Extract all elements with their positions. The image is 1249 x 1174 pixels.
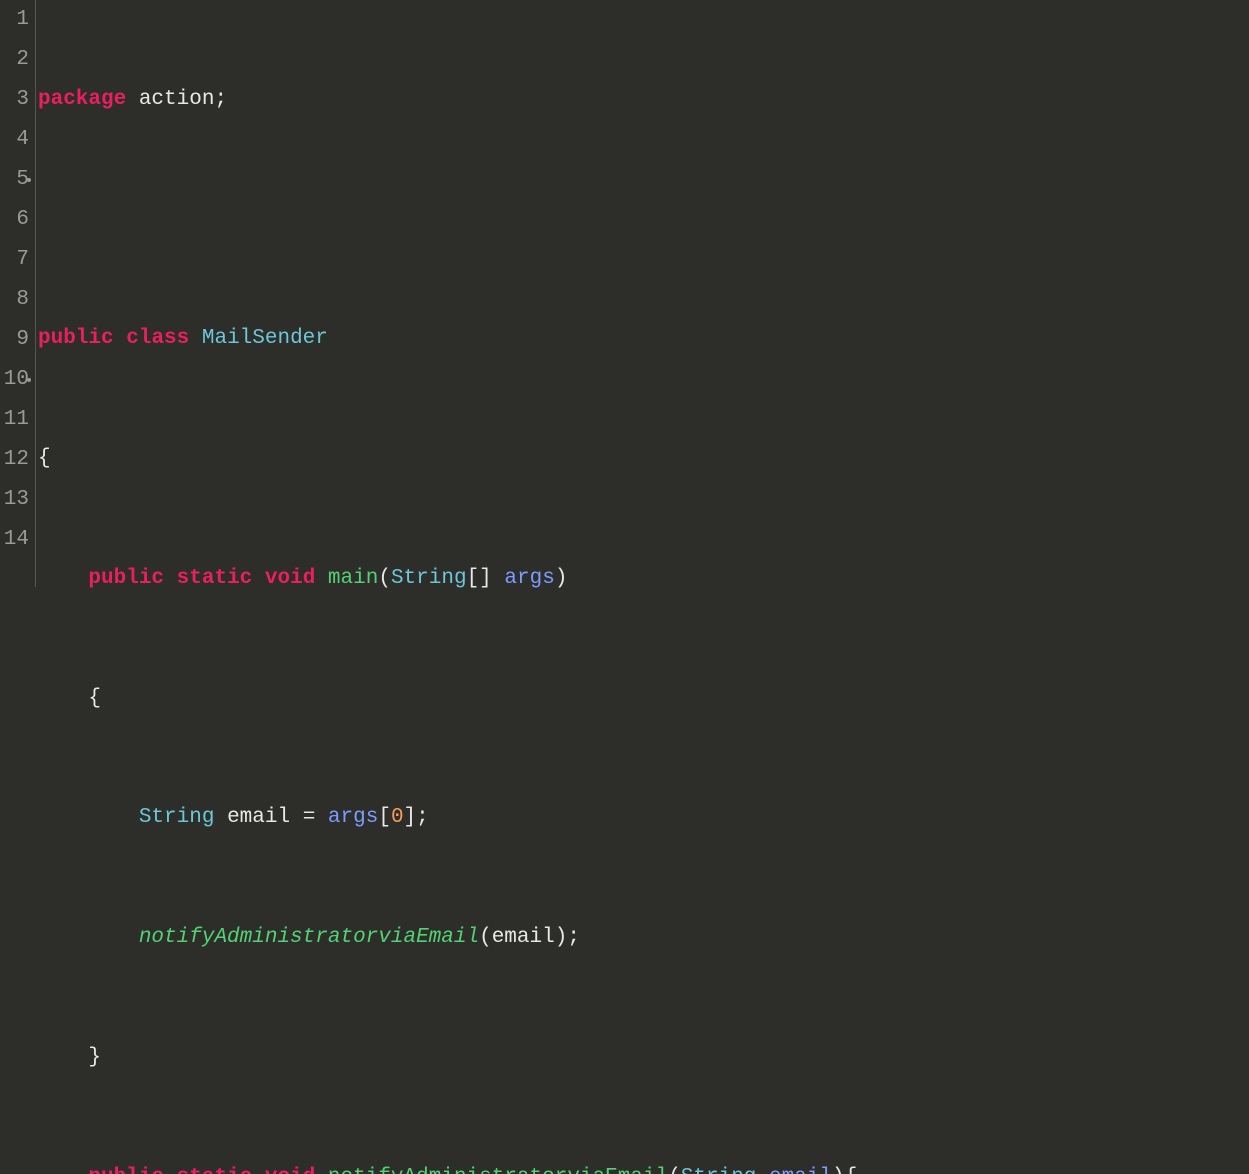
brace: { bbox=[88, 687, 101, 710]
line-number: 11 bbox=[0, 400, 29, 440]
variable: args bbox=[328, 806, 378, 829]
parameter: email bbox=[769, 1166, 832, 1174]
paren: ) bbox=[832, 1166, 845, 1174]
code-editor[interactable]: package action; public class MailSender … bbox=[36, 0, 1249, 587]
text bbox=[252, 567, 265, 590]
variable: email bbox=[227, 806, 290, 829]
keyword-public: public bbox=[38, 327, 114, 350]
keyword-static: static bbox=[177, 567, 253, 590]
text bbox=[114, 327, 127, 350]
text bbox=[315, 1166, 328, 1174]
line-number: 7 bbox=[0, 240, 29, 280]
paren: ) bbox=[555, 567, 568, 590]
paren: ( bbox=[479, 926, 492, 949]
class-name: MailSender bbox=[202, 327, 328, 350]
indent bbox=[38, 687, 88, 710]
code-line[interactable]: notifyAdministratorviaEmail(email); bbox=[38, 918, 1249, 958]
bracket: [ bbox=[378, 806, 391, 829]
keyword-void: void bbox=[265, 1166, 315, 1174]
method-call: notifyAdministratorviaEmail bbox=[139, 926, 479, 949]
indent bbox=[38, 1166, 88, 1174]
code-line[interactable]: public static void main(String[] args) bbox=[38, 559, 1249, 599]
operator: = bbox=[303, 806, 316, 829]
method-name: notifyAdministratorviaEmail bbox=[328, 1166, 668, 1174]
line-number: 8 bbox=[0, 280, 29, 320]
type-name: String bbox=[139, 806, 215, 829]
identifier: action bbox=[139, 88, 215, 111]
brace: { bbox=[845, 1166, 858, 1174]
code-line[interactable]: package action; bbox=[38, 80, 1249, 120]
text bbox=[252, 1166, 265, 1174]
punctuation: ; bbox=[416, 806, 429, 829]
punctuation: ; bbox=[214, 88, 227, 111]
code-line[interactable]: public static void notifyAdministratorvi… bbox=[38, 1158, 1249, 1174]
paren: ( bbox=[378, 567, 391, 590]
line-number: 2 bbox=[0, 40, 29, 80]
line-number-gutter: 1 2 3 4 5 6 7 8 9 10 11 12 13 14 bbox=[0, 0, 36, 587]
type-name: String bbox=[391, 567, 467, 590]
keyword-class: class bbox=[126, 327, 189, 350]
text bbox=[126, 88, 139, 111]
parameter: args bbox=[504, 567, 554, 590]
text bbox=[164, 1166, 177, 1174]
paren: ( bbox=[668, 1166, 681, 1174]
indent bbox=[38, 567, 88, 590]
line-number: 12 bbox=[0, 440, 29, 480]
text bbox=[492, 567, 505, 590]
brace: { bbox=[38, 447, 51, 470]
code-line[interactable]: { bbox=[38, 679, 1249, 719]
text bbox=[214, 806, 227, 829]
text bbox=[189, 327, 202, 350]
line-number: 13 bbox=[0, 480, 29, 520]
keyword-void: void bbox=[265, 567, 315, 590]
keyword-public: public bbox=[88, 1166, 164, 1174]
number-literal: 0 bbox=[391, 806, 404, 829]
type-name: String bbox=[681, 1166, 757, 1174]
line-number: 14 bbox=[0, 520, 29, 560]
text bbox=[290, 806, 303, 829]
indent bbox=[38, 926, 139, 949]
line-number: 3 bbox=[0, 80, 29, 120]
keyword-static: static bbox=[177, 1166, 253, 1174]
text bbox=[164, 567, 177, 590]
modified-marker-icon bbox=[27, 178, 31, 182]
brackets: [] bbox=[467, 567, 492, 590]
indent bbox=[38, 1046, 88, 1069]
line-number: 9 bbox=[0, 320, 29, 360]
keyword-public: public bbox=[88, 567, 164, 590]
modified-marker-icon bbox=[27, 378, 31, 382]
text bbox=[315, 806, 328, 829]
code-line[interactable]: public class MailSender bbox=[38, 319, 1249, 359]
argument: email bbox=[492, 926, 555, 949]
code-line[interactable]: { bbox=[38, 439, 1249, 479]
keyword-package: package bbox=[38, 88, 126, 111]
line-number: 4 bbox=[0, 120, 29, 160]
method-name: main bbox=[328, 567, 378, 590]
indent bbox=[38, 806, 139, 829]
line-number: 6 bbox=[0, 200, 29, 240]
code-line[interactable]: } bbox=[38, 1038, 1249, 1078]
paren: ) bbox=[555, 926, 568, 949]
text bbox=[756, 1166, 769, 1174]
code-line[interactable] bbox=[38, 200, 1249, 240]
brace: } bbox=[88, 1046, 101, 1069]
bracket: ] bbox=[404, 806, 417, 829]
line-number: 1 bbox=[0, 0, 29, 40]
line-number: 5 bbox=[0, 160, 29, 200]
code-line[interactable]: String email = args[0]; bbox=[38, 798, 1249, 838]
text bbox=[315, 567, 328, 590]
punctuation: ; bbox=[567, 926, 580, 949]
line-number: 10 bbox=[0, 360, 29, 400]
